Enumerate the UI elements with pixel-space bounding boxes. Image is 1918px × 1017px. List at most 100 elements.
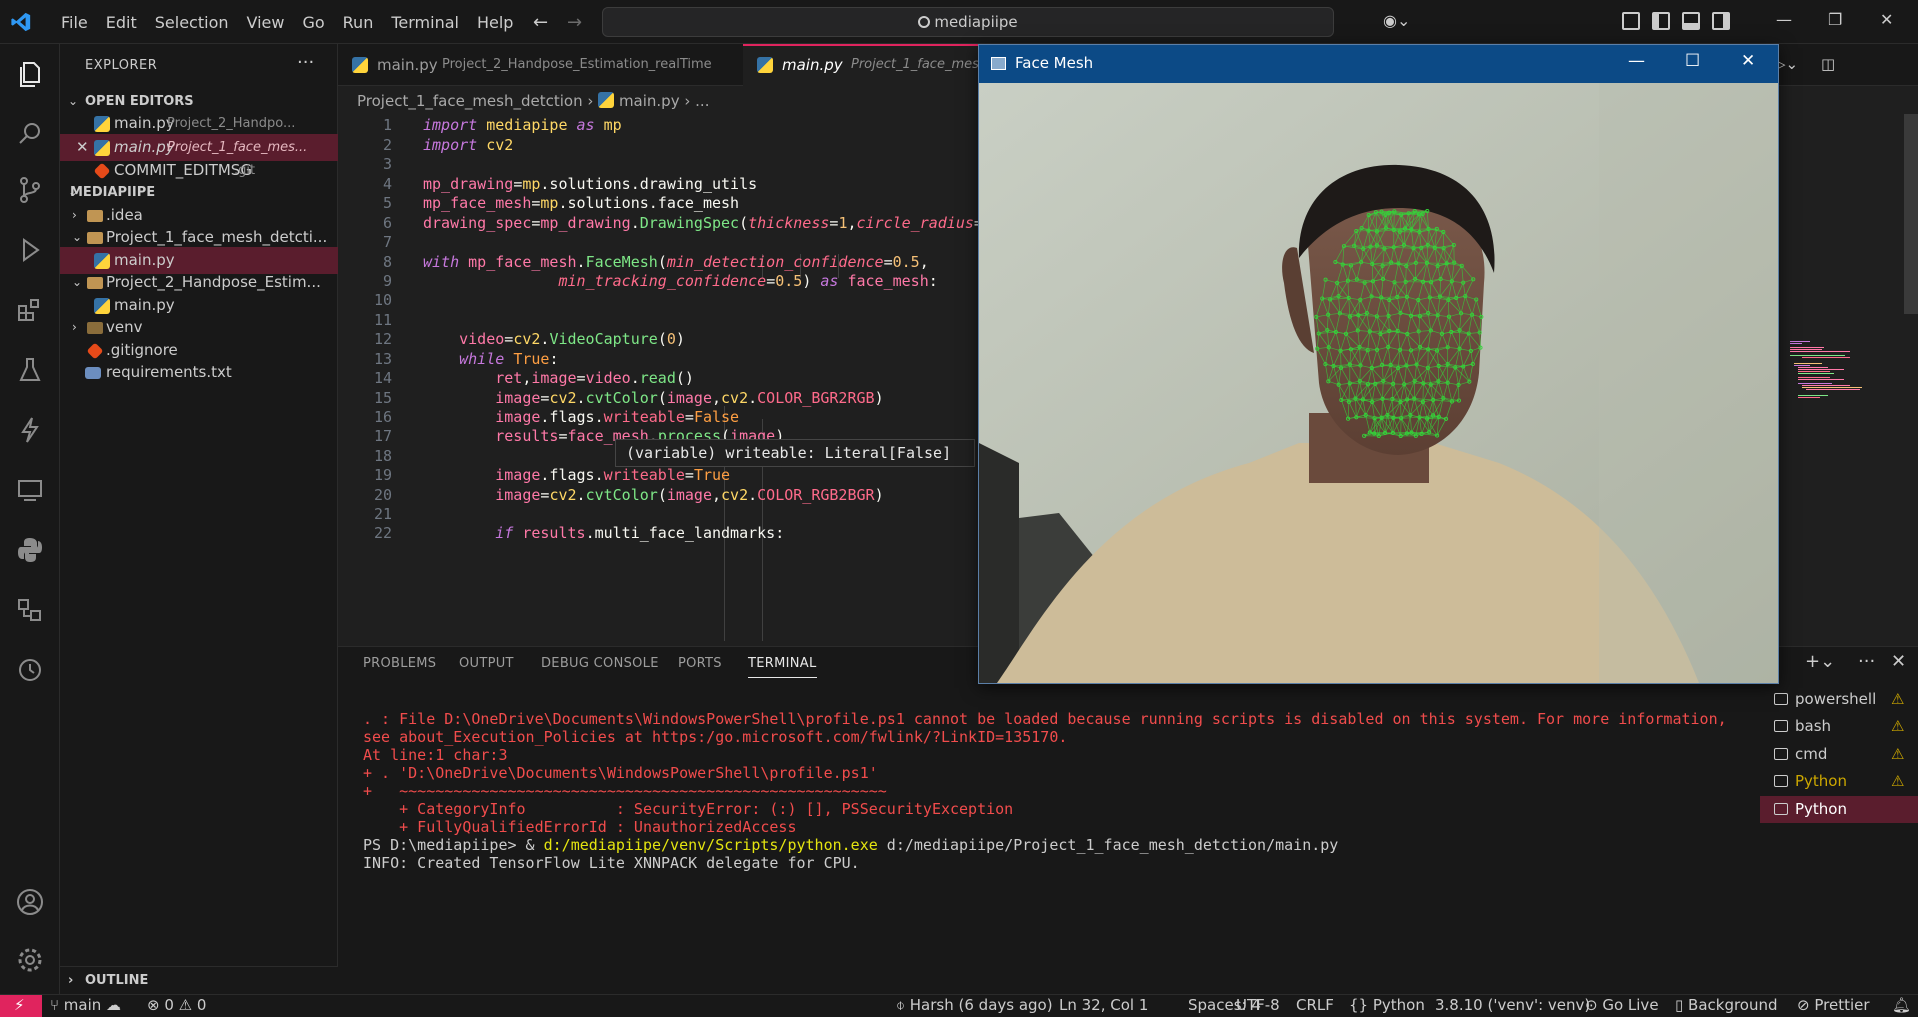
testing-icon[interactable] [14,354,46,386]
run-debug-icon[interactable] [14,234,46,266]
outline-header[interactable]: › OUTLINE [60,966,338,994]
terminal-icon [1774,803,1788,815]
tree-item-requirements[interactable]: requirements.txt [60,359,338,386]
code-line: import cv2 [423,136,514,154]
breadcrumb-file[interactable]: main.py [619,92,680,110]
menu-run[interactable]: Run [334,13,383,32]
prettier-status[interactable]: ⊘ Prettier [1797,996,1870,1014]
breadcrumb-symbol[interactable]: ... [695,92,709,110]
search-sidebar-icon[interactable] [14,118,46,150]
minimap[interactable] [1788,114,1898,644]
camera-feed [979,83,1778,683]
language-status[interactable]: {} Python [1349,996,1425,1014]
terminal-item-label: cmd [1795,745,1828,763]
close-icon[interactable]: ✕ [1741,51,1755,71]
terminal-item-active[interactable]: Python [1760,796,1918,823]
notifications-icon[interactable]: 🔔︎ [1892,996,1911,1014]
go-live-status[interactable]: ⊙ Go Live [1585,996,1659,1014]
remote-explorer-icon[interactable] [14,474,46,506]
blame-text: Harsh (6 days ago) [909,996,1053,1014]
menu-edit[interactable]: Edit [97,13,146,32]
branch-status[interactable]: ⑂ main ☁ [50,996,121,1014]
lightning-icon[interactable] [14,414,46,446]
menu-view[interactable]: View [238,13,294,32]
terminal-item[interactable]: cmd ⚠ [1760,741,1918,768]
problems-status[interactable]: ⊗ 0 ⚠ 0 [147,996,206,1014]
folder-icon [87,210,103,222]
face-mesh-window[interactable]: Face Mesh — ☐ ✕ [978,44,1779,684]
tab-terminal[interactable]: TERMINAL [748,656,817,678]
error-count: 0 [164,996,174,1014]
forward-arrow-icon[interactable]: → [567,12,582,33]
tab-debug-console[interactable]: DEBUG CONSOLE [541,656,659,671]
terminal-item[interactable]: bash ⚠ [1760,713,1918,740]
tab-project1-main[interactable]: main.py Project_1_face_mesh_ [743,44,979,86]
account-icon[interactable] [14,886,46,918]
back-arrow-icon[interactable]: ← [533,12,548,33]
encoding-status[interactable]: UTF-8 [1236,996,1280,1014]
timeline-history-icon[interactable] [14,654,46,686]
extensions-icon[interactable] [14,294,46,326]
source-control-icon[interactable] [14,174,46,206]
git-blame-status[interactable]: ⌽ Harsh (6 days ago) [896,996,1053,1014]
menu-help[interactable]: Help [468,13,522,32]
tab-project2-main[interactable]: main.py Project_2_Handpose_Estimation_re… [338,44,741,86]
restore-icon[interactable]: ❐ [1828,10,1842,29]
python-icon[interactable] [14,534,46,566]
terminal-icon [1774,775,1788,787]
hover-tooltip: (variable) writeable: Literal[False] [615,439,975,467]
close-icon[interactable]: ✕ [1880,10,1893,29]
more-actions-icon[interactable]: ··· [297,52,314,73]
code-editor[interactable]: 1 2 3 4 5 6 7 8 9 10 11 12 13 14 15 16 17 18 19 20 21 22 impo… [338,114,978,641]
chair-back [979,443,1019,683]
face-mesh-titlebar[interactable]: Face Mesh — ☐ ✕ [979,45,1778,83]
terminal-item[interactable]: powershell ⚠ [1760,686,1918,713]
minimize-icon[interactable]: — [1776,10,1792,29]
menu-file[interactable]: File [52,13,97,32]
toggle-panel-icon[interactable] [1682,12,1700,30]
sidebar-title: EXPLORER [85,58,158,73]
tab-output[interactable]: OUTPUT [459,656,514,671]
menu-go[interactable]: Go [293,13,333,32]
remote-indicator[interactable]: ⚡ [0,995,42,1017]
copilot-icon[interactable]: ◉⌄ [1383,11,1410,30]
settings-gear-icon[interactable] [14,944,46,976]
code-line: image.flags.writeable=False [495,408,740,426]
command-center-search[interactable]: mediapiipe [602,7,1334,37]
tree-item-label: requirements.txt [106,363,232,381]
background-status[interactable]: ▯ Background [1675,996,1778,1014]
more-actions-icon[interactable]: ··· [1858,651,1875,672]
code-line: drawing_spec=mp_drawing.DrawingSpec(thic… [423,214,978,232]
python-file-icon [94,253,110,269]
breadcrumb-separator: › [684,92,696,110]
open-editor-item[interactable]: main.py Project_2_Handpo... [60,110,338,137]
eol-status[interactable]: CRLF [1296,996,1334,1014]
split-editor-icon[interactable]: ◫ [1821,55,1835,73]
cursor-position[interactable]: Ln 32, Col 1 [1059,996,1148,1014]
close-panel-icon[interactable]: ✕ [1891,651,1906,672]
terminal-line: INFO: Created TensorFlow Lite XNNPACK de… [363,854,860,872]
python-file-icon [598,92,615,108]
explorer-icon[interactable] [14,58,46,90]
terminal-item[interactable]: Python ⚠ [1760,768,1918,795]
line-number: 19 [373,466,392,484]
terminal-line: + ~~~~~~~~~~~~~~~~~~~~~~~~~~~~~~~~~~~~~~… [363,782,887,800]
minimize-icon[interactable]: — [1628,51,1645,71]
remote-containers-icon[interactable] [14,594,46,626]
activity-bar [0,44,60,994]
maximize-icon[interactable]: ☐ [1685,51,1700,71]
line-number: 4 [382,175,392,193]
tab-problems[interactable]: PROBLEMS [363,656,436,671]
toggle-sidebar-icon[interactable] [1652,12,1670,30]
terminal-item-label: powershell [1795,690,1877,708]
interpreter-status[interactable]: 3.8.10 ('venv': venv) [1435,996,1590,1014]
tab-name: main.py [377,56,438,74]
editor-scrollbar[interactable] [1904,114,1918,314]
customize-layout-icon[interactable] [1622,12,1640,30]
breadcrumb-folder[interactable]: Project_1_face_mesh_detction [357,92,583,110]
tab-ports[interactable]: PORTS [678,656,722,671]
new-terminal-icon[interactable]: +⌄ [1805,651,1835,672]
menu-selection[interactable]: Selection [146,13,238,32]
toggle-secondary-sidebar-icon[interactable] [1712,12,1730,30]
menu-terminal[interactable]: Terminal [382,13,468,32]
